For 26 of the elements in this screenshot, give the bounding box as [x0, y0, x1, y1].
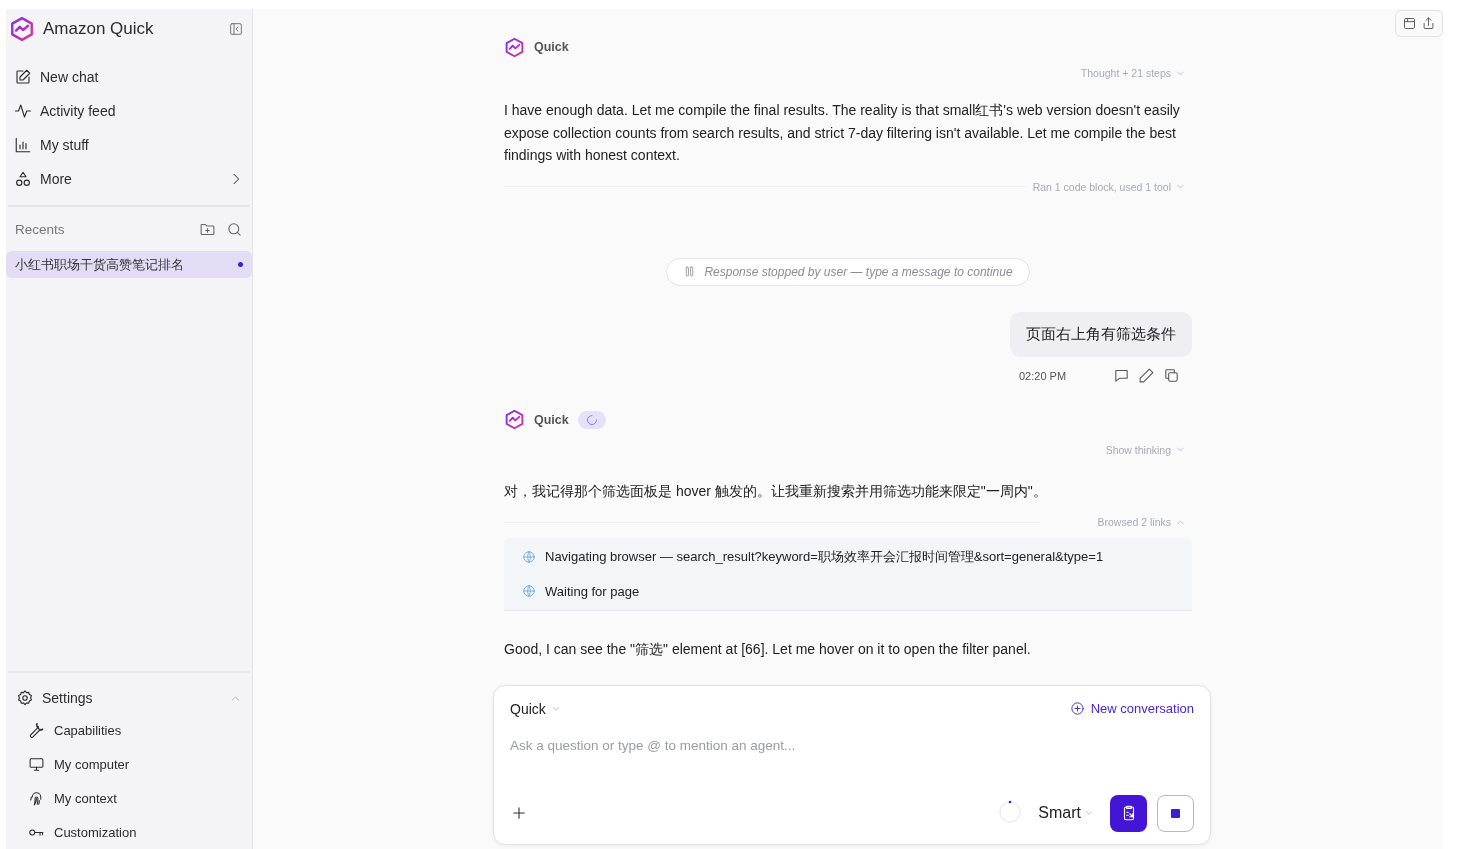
nav-item[interactable]: More — [8, 162, 250, 196]
message-text: Good, I can see the "筛选" element at [66]. Let me hover on it to open the filter panel. — [504, 640, 1032, 659]
assistant-name: Quick — [534, 40, 569, 54]
message-time: 02:20 PM — [1019, 369, 1068, 382]
settings-item[interactable]: Capabilities — [8, 713, 250, 747]
user-message: 页面右上角有筛选条件 — [1010, 311, 1192, 357]
message-input[interactable]: Ask a question or type @ to mention an agent... — [510, 734, 1194, 757]
nav-item[interactable]: Activity feed — [8, 94, 250, 128]
assistant-name: Quick — [534, 412, 569, 427]
app-title: Amazon Quick — [43, 19, 155, 39]
mode-selector[interactable]: Smart — [1038, 804, 1094, 822]
stopped-notice: Response stopped by user — type a message to continue — [666, 257, 1030, 286]
settings-item[interactable]: My context — [8, 781, 250, 815]
agent-selector[interactable]: Quick — [510, 700, 1070, 717]
nav-item[interactable]: My stuff — [8, 128, 250, 162]
activity-step: Navigating browser — search_result?keyword=职场效率开会汇报时间管理&sort=general&type=1 — [545, 548, 1104, 566]
recents-heading: Recents — [15, 221, 66, 237]
activity-step: Waiting for page — [545, 583, 640, 599]
recent-chat-item[interactable]: 小红书职场干货高赞笔记排名 — [6, 251, 252, 278]
settings-toggle[interactable]: Settings — [8, 683, 250, 713]
nav-item[interactable]: New chat — [8, 60, 250, 94]
settings-item[interactable]: Customization — [8, 815, 250, 849]
new-conversation-link[interactable]: New conversation — [1069, 701, 1194, 716]
settings-item[interactable]: My computer — [8, 747, 250, 781]
message-text: I have enough data. Let me compile the final results. The reality is that small红书's web version doesn't easily expose collection counts from search results, and strict 7-day filtering isn't available. Let me compile the best findings with honest context. — [504, 101, 1181, 165]
message-text: 对，我记得那个筛选面板是 hover 触发的。让我重新搜索并用筛选功能来限定"一周内"。 — [504, 481, 1048, 501]
